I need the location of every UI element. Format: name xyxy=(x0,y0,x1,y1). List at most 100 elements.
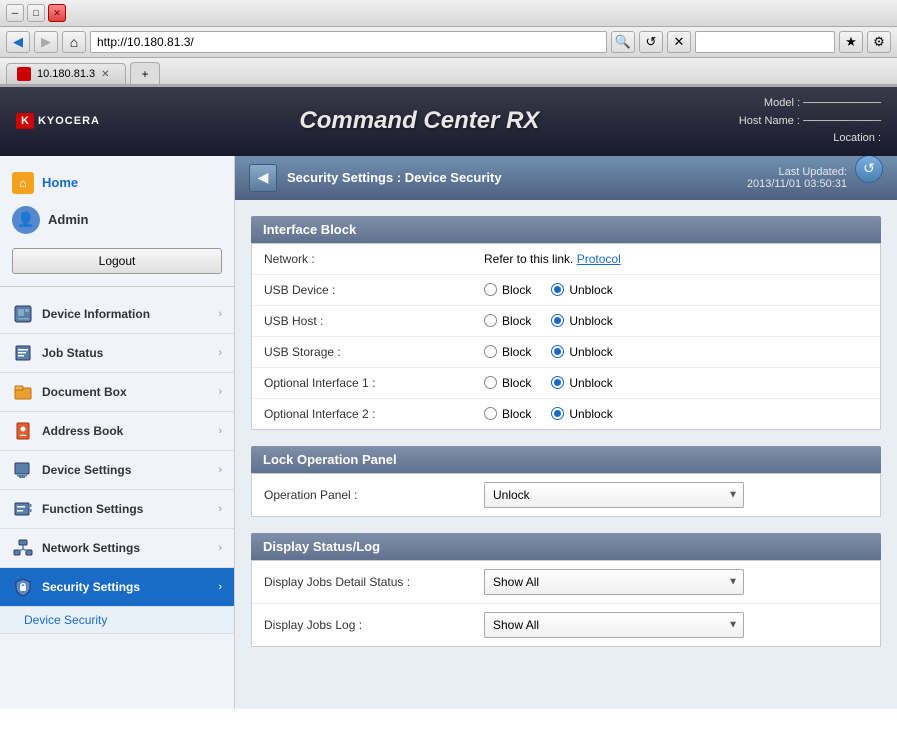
usb-storage-unblock-option[interactable]: Unblock xyxy=(551,345,612,359)
refresh-button[interactable]: ↺ xyxy=(855,156,883,183)
sidebar-item-network-settings[interactable]: Network Settings › xyxy=(0,529,234,568)
new-tab-button[interactable]: + xyxy=(130,62,160,84)
panel-content: Interface Block Network : Refer to this … xyxy=(235,200,897,679)
browser-search-input[interactable] xyxy=(695,31,835,53)
usb-host-unblock-radio[interactable] xyxy=(551,314,564,327)
display-status-box: Display Jobs Detail Status : Show All Hi… xyxy=(251,560,881,647)
favorites-button[interactable]: ★ xyxy=(839,31,863,53)
address-book-icon xyxy=(12,420,34,442)
network-settings-arrow: › xyxy=(218,542,222,554)
usb-host-value: Block Unblock xyxy=(472,305,880,336)
model-row: Model : ────────── xyxy=(739,95,881,113)
panel-back-button[interactable]: ◀ xyxy=(249,164,277,192)
minimize-button[interactable]: ─ xyxy=(6,4,24,22)
usb-device-unblock-radio[interactable] xyxy=(551,283,564,296)
optional-1-unblock-label: Unblock xyxy=(569,376,612,390)
app-container: K KYOCERA Command Center RX Model : ────… xyxy=(0,87,897,709)
optional-interface-1-label: Optional Interface 1 : xyxy=(252,367,472,398)
usb-storage-unblock-radio[interactable] xyxy=(551,345,564,358)
model-value: ────────── xyxy=(803,97,881,109)
usb-host-unblock-option[interactable]: Unblock xyxy=(551,314,612,328)
protocol-link-prefix: Refer to this link. xyxy=(484,252,573,266)
tab-close-button[interactable]: ✕ xyxy=(101,69,109,80)
usb-device-unblock-label: Unblock xyxy=(569,283,612,297)
sidebar-item-function-settings[interactable]: Function Settings › xyxy=(0,490,234,529)
usb-device-unblock-option[interactable]: Unblock xyxy=(551,283,612,297)
optional-2-unblock-radio[interactable] xyxy=(551,407,564,420)
sidebar-item-address-book[interactable]: Address Book › xyxy=(0,412,234,451)
usb-device-label: USB Device : xyxy=(252,274,472,305)
optional-2-unblock-option[interactable]: Unblock xyxy=(551,407,612,421)
settings-button[interactable]: ⚙ xyxy=(867,31,891,53)
address-book-arrow: › xyxy=(218,425,222,437)
optional-2-block-radio[interactable] xyxy=(484,407,497,420)
home-link[interactable]: ⌂ Home xyxy=(12,168,222,198)
network-settings-label: Network Settings xyxy=(42,541,218,555)
search-button[interactable]: 🔍 xyxy=(611,31,635,53)
usb-host-block-option[interactable]: Block xyxy=(484,314,531,328)
tab-favicon xyxy=(17,67,31,81)
refresh-button[interactable]: ↺ xyxy=(639,31,663,53)
display-jobs-detail-select[interactable]: Show All Hide All xyxy=(484,569,744,595)
usb-host-block-label: Block xyxy=(502,314,531,328)
browser-back-button[interactable]: ◀ xyxy=(6,31,30,53)
tab-bar: 10.180.81.3 ✕ + xyxy=(0,58,897,86)
protocol-link[interactable]: Protocol xyxy=(577,252,621,266)
optional-interface-2-row: Optional Interface 2 : Block xyxy=(252,398,880,429)
logout-button[interactable]: Logout xyxy=(12,248,222,274)
operation-panel-select[interactable]: Unlock Lock xyxy=(484,482,744,508)
optional-2-block-option[interactable]: Block xyxy=(484,407,531,421)
sidebar-subitem-device-security[interactable]: Device Security xyxy=(0,607,234,634)
device-settings-icon xyxy=(12,459,34,481)
display-jobs-detail-select-wrapper: Show All Hide All ▼ xyxy=(484,569,744,595)
usb-storage-row: USB Storage : Block Unblock xyxy=(252,336,880,367)
network-value: Refer to this link. Protocol xyxy=(472,244,880,275)
sidebar-item-job-status[interactable]: Job Status › xyxy=(0,334,234,373)
device-information-arrow: › xyxy=(218,308,222,320)
usb-device-block-option[interactable]: Block xyxy=(484,283,531,297)
sidebar-item-document-box[interactable]: Document Box › xyxy=(0,373,234,412)
panel-header-right: Last Updated: 2013/11/01 03:50:31 ↺ xyxy=(747,166,883,190)
usb-storage-block-label: Block xyxy=(502,345,531,359)
function-settings-icon xyxy=(12,498,34,520)
optional-1-unblock-radio[interactable] xyxy=(551,376,564,389)
stop-button[interactable]: ✕ xyxy=(667,31,691,53)
job-status-label: Job Status xyxy=(42,346,218,360)
usb-device-row: USB Device : Block Unblock xyxy=(252,274,880,305)
last-updated-section: Last Updated: 2013/11/01 03:50:31 xyxy=(747,166,847,190)
optional-1-block-radio[interactable] xyxy=(484,376,497,389)
document-box-arrow: › xyxy=(218,386,222,398)
usb-storage-block-radio[interactable] xyxy=(484,345,497,358)
address-bar[interactable] xyxy=(90,31,607,53)
maximize-button[interactable]: □ xyxy=(27,4,45,22)
browser-titlebar: ─ □ ✕ xyxy=(0,0,897,27)
location-label: Location : xyxy=(833,132,881,144)
security-settings-label: Security Settings xyxy=(42,580,218,594)
display-jobs-detail-label: Display Jobs Detail Status : xyxy=(252,561,472,604)
sidebar-item-device-information[interactable]: Device Information › xyxy=(0,295,234,334)
sidebar-item-security-settings[interactable]: Security Settings › xyxy=(0,568,234,607)
sidebar: ⌂ Home 👤 Admin Logout Device Information… xyxy=(0,156,235,709)
usb-host-block-radio[interactable] xyxy=(484,314,497,327)
browser-home-button[interactable]: ⌂ xyxy=(62,31,86,53)
browser-chrome: ─ □ ✕ ◀ ▶ ⌂ 🔍 ↺ ✕ ★ ⚙ 10.180.81.3 ✕ + xyxy=(0,0,897,87)
panel-header: ◀ Security Settings : Device Security La… xyxy=(235,156,897,200)
display-jobs-log-select[interactable]: Show All Hide All xyxy=(484,612,744,638)
interface-block-title: Interface Block xyxy=(251,216,881,243)
browser-forward-button[interactable]: ▶ xyxy=(34,31,58,53)
close-button[interactable]: ✕ xyxy=(48,4,66,22)
browser-tab[interactable]: 10.180.81.3 ✕ xyxy=(6,63,126,84)
function-settings-label: Function Settings xyxy=(42,502,218,516)
device-settings-label: Device Settings xyxy=(42,463,218,477)
optional-1-unblock-option[interactable]: Unblock xyxy=(551,376,612,390)
device-information-icon xyxy=(12,303,34,325)
optional-1-block-option[interactable]: Block xyxy=(484,376,531,390)
breadcrumb: Security Settings : Device Security xyxy=(287,170,502,185)
sidebar-item-device-settings[interactable]: Device Settings › xyxy=(0,451,234,490)
job-status-icon xyxy=(12,342,34,364)
usb-storage-block-option[interactable]: Block xyxy=(484,345,531,359)
usb-storage-unblock-label: Unblock xyxy=(569,345,612,359)
usb-host-label: USB Host : xyxy=(252,305,472,336)
operation-panel-value: Unlock Lock ▼ xyxy=(472,474,880,516)
usb-device-block-radio[interactable] xyxy=(484,283,497,296)
